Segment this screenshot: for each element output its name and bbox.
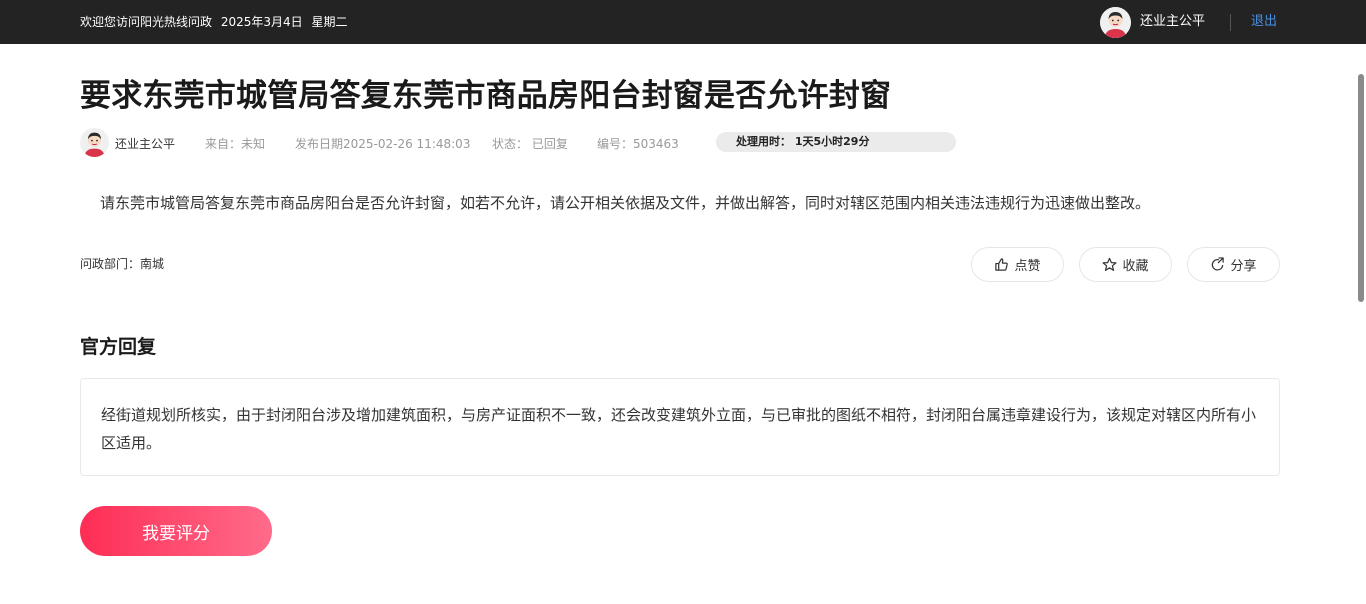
status-label: 状态： 已回复 [492, 137, 568, 151]
topbar-username[interactable]: 还业主公平 [1140, 14, 1205, 30]
top-bar: 欢迎您访问阳光热线问政 2025年3月4日 星期二 还业主公平 退出 [0, 0, 1366, 44]
user-avatar[interactable] [1100, 7, 1131, 38]
star-icon [1103, 257, 1117, 271]
user-avatar-icon [1100, 7, 1131, 38]
processing-time-badge: 处理用时： 1天5小时29分 [716, 132, 956, 152]
thumbs-up-icon [995, 258, 1009, 271]
share-icon [1212, 257, 1225, 271]
favorite-button[interactable]: 收藏 [1079, 247, 1172, 282]
processing-time-text: 处理用时： 1天5小时29分 [736, 135, 870, 148]
publish-date: 发布日期2025-02-26 11:48:03 [295, 137, 471, 151]
author-name: 还业主公平 [115, 137, 176, 151]
ticket-number: 编号：503463 [597, 137, 679, 151]
official-reply-content: 经街道规划所核实，由于封闭阳台涉及增加建筑面积，与房产证面积不一致，还会改变建筑… [101, 406, 1257, 452]
welcome-message: 欢迎您访问阳光热线问政 [80, 15, 213, 29]
current-weekday: 星期二 [311, 15, 348, 29]
rate-button[interactable]: 我要评分 [80, 506, 272, 556]
department-label: 问政部门：南城 [80, 257, 165, 271]
logout-link[interactable]: 退出 [1251, 14, 1277, 30]
question-content: 请东莞市城管局答复东莞市商品房阳台是否允许封窗，如若不允许，请公开相关依据及文件… [100, 194, 1151, 212]
share-button[interactable]: 分享 [1187, 247, 1280, 282]
welcome-text: 欢迎您访问阳光热线问政 2025年3月4日 星期二 [80, 14, 353, 30]
share-label: 分享 [1230, 259, 1257, 274]
current-date: 2025年3月4日 [220, 15, 303, 29]
like-button[interactable]: 点赞 [971, 247, 1064, 282]
official-reply-box: 经街道规划所核实，由于封闭阳台涉及增加建筑面积，与房产证面积不一致，还会改变建筑… [80, 378, 1280, 476]
author-avatar [80, 128, 109, 157]
favorite-label: 收藏 [1122, 259, 1149, 274]
scrollbar-thumb[interactable] [1358, 74, 1364, 302]
author-avatar-icon [80, 128, 109, 157]
topbar-divider [1230, 14, 1231, 31]
official-reply-heading: 官方回复 [80, 336, 157, 358]
page-title: 要求东莞市城管局答复东莞市商品房阳台封窗是否允许封窗 [80, 78, 892, 114]
like-label: 点赞 [1014, 259, 1041, 274]
source-label: 来自：未知 [205, 137, 266, 151]
